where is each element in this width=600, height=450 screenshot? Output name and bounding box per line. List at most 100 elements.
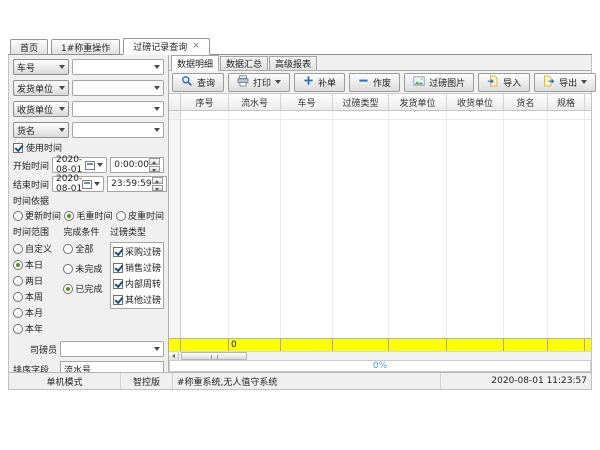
end-date-picker[interactable]: 2020-08-01 [52, 176, 104, 192]
query-button[interactable]: 查询 [172, 73, 224, 92]
radio-this-month[interactable]: 本月 [13, 306, 59, 319]
calendar-icon [85, 161, 95, 170]
sort-field-label: 排序字段 [13, 363, 57, 373]
tab-data-detail[interactable]: 数据明细 [171, 55, 219, 71]
use-time-checkbox[interactable] [13, 143, 23, 153]
scroll-left-arrow-icon[interactable] [169, 352, 179, 360]
col-header-filler [585, 94, 591, 110]
radio-custom[interactable]: 自定义 [13, 242, 59, 255]
print-button[interactable]: 打印 [228, 73, 290, 92]
supplement-button[interactable]: 补单 [294, 73, 345, 92]
vehicle-value-combo[interactable] [72, 59, 164, 75]
spinner-down-icon[interactable] [149, 166, 160, 173]
summary-count: 0 [229, 339, 281, 351]
horizontal-scrollbar[interactable] [169, 351, 591, 360]
checkbox-purchase[interactable]: 采购过磅 [113, 245, 161, 258]
radio-selected-icon [13, 260, 23, 270]
filter-panel: 车号 发货单位 收货单位 [9, 55, 169, 372]
toolbar: 查询 打印 补单 作废 过磅图片 [169, 71, 591, 94]
checkbox-sale[interactable]: 销售过磅 [113, 261, 161, 274]
col-header-shipper[interactable]: 发货单位 [389, 94, 447, 110]
radio-today[interactable]: 本日 [13, 258, 59, 271]
col-header-seq[interactable]: 序号 [181, 94, 229, 110]
col-header-spec[interactable]: 规格 [548, 94, 585, 110]
radio-two-days[interactable]: 两日 [13, 274, 59, 287]
document-tab-bar: 首页 1#称重操作 过磅记录查询 × [8, 38, 592, 55]
checkbox-other[interactable]: 其他过磅 [113, 293, 161, 306]
checkbox-internal[interactable]: 内部周转 [113, 277, 161, 290]
start-time-spinner[interactable]: 0:00:00 [110, 157, 164, 173]
tab-advanced-report[interactable]: 高级报表 [269, 56, 317, 70]
goods-value-combo[interactable] [72, 122, 164, 138]
scrollbar-thumb[interactable] [181, 352, 247, 360]
vehicle-field-selector[interactable]: 车号 [13, 59, 69, 75]
chevron-down-icon [94, 182, 100, 186]
status-mode: 单机模式 [9, 373, 121, 389]
import-button[interactable]: 导入 [478, 73, 530, 92]
radio-finished[interactable]: 已完成 [63, 282, 106, 295]
status-datetime: 2020-08-01 11:23:57 [441, 373, 591, 389]
weigh-image-button[interactable]: 过磅图片 [404, 73, 474, 92]
col-header-weigh-type[interactable]: 过磅类型 [333, 94, 389, 110]
radio-unfinished[interactable]: 未完成 [63, 262, 106, 275]
checkbox-checked-icon [113, 279, 123, 289]
spinner-up-icon[interactable] [152, 177, 163, 184]
close-icon[interactable]: × [192, 42, 200, 51]
shipper-field-selector[interactable]: 发货单位 [13, 80, 69, 96]
radio-icon [13, 292, 23, 302]
shipper-value-combo[interactable] [72, 80, 164, 96]
col-header-receiver[interactable]: 收货单位 [447, 94, 504, 110]
calendar-icon [82, 180, 92, 189]
weigh-type-group: 过磅类型 采购过磅 销售过磅 内部周转 其他过磅 [110, 225, 164, 338]
receiver-value-combo[interactable] [72, 101, 164, 117]
tab-data-summary[interactable]: 数据汇总 [220, 56, 268, 70]
sort-field-input[interactable]: 流水号 [60, 361, 164, 372]
export-icon [543, 75, 555, 90]
end-time-label: 结束时间 [13, 178, 49, 191]
status-system-name: #称重系统,无人值守系统 [173, 373, 441, 389]
grid-new-row[interactable] [169, 111, 591, 120]
chevron-down-icon [59, 107, 65, 111]
weigher-combo[interactable] [60, 341, 164, 357]
chevron-down-icon [59, 86, 65, 90]
grid-header-row: 序号 流水号 车号 过磅类型 发货单位 收货单位 货名 规格 [169, 94, 591, 111]
radio-all[interactable]: 全部 [63, 242, 106, 255]
time-basis-label: 时间依据 [13, 194, 164, 207]
chevron-down-icon [154, 347, 160, 351]
status-edition: 智控版 [121, 373, 173, 389]
chevron-down-icon [154, 107, 160, 111]
radio-gross-time[interactable]: 毛重时间 [64, 209, 112, 222]
export-button[interactable]: 导出 [534, 73, 596, 92]
tab-home[interactable]: 首页 [10, 39, 48, 54]
start-date-picker[interactable]: 2020-08-01 [52, 157, 107, 173]
receiver-field-selector[interactable]: 收货单位 [13, 101, 69, 117]
chevron-down-icon [59, 65, 65, 69]
progress-percent: 0% [373, 361, 387, 371]
col-header-serial[interactable]: 流水号 [229, 94, 281, 110]
end-time-spinner[interactable]: 23:59:59 [107, 176, 166, 192]
screenshot-stage: 首页 1#称重操作 过磅记录查询 × 车号 [0, 0, 600, 450]
radio-tare-time[interactable]: 皮重时间 [116, 209, 164, 222]
spinner-down-icon[interactable] [152, 185, 163, 192]
complete-cond-label: 完成条件 [63, 225, 106, 238]
spinner-up-icon[interactable] [149, 158, 160, 165]
radio-icon [13, 308, 23, 318]
records-grid: 序号 流水号 车号 过磅类型 发货单位 收货单位 货名 规格 [169, 94, 591, 351]
tab-record-query[interactable]: 过磅记录查询 × [123, 38, 210, 55]
row-indicator-header [169, 94, 181, 110]
radio-update-time[interactable]: 更新时间 [13, 209, 61, 222]
tab-weigh-operation[interactable]: 1#称重操作 [51, 39, 120, 54]
col-header-goods[interactable]: 货名 [504, 94, 548, 110]
radio-this-year[interactable]: 本年 [13, 322, 59, 335]
end-date-value: 2020-08-01 [56, 174, 82, 194]
weigher-label: 司磅员 [13, 343, 57, 356]
void-button[interactable]: 作废 [349, 73, 400, 92]
radio-this-week[interactable]: 本周 [13, 290, 59, 303]
import-icon [487, 75, 499, 90]
radio-icon [116, 211, 126, 221]
time-range-label: 时间范围 [13, 225, 59, 238]
chevron-down-icon [59, 128, 65, 132]
image-icon [413, 75, 425, 90]
goods-field-selector[interactable]: 货名 [13, 122, 69, 138]
col-header-vehicle[interactable]: 车号 [281, 94, 333, 110]
